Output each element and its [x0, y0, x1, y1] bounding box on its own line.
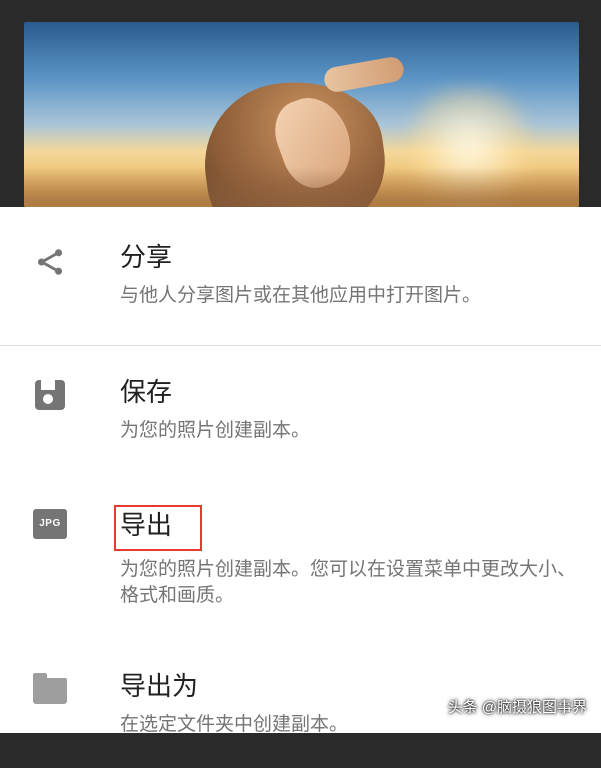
photo-preview [24, 22, 579, 207]
save-icon [28, 380, 72, 410]
watermark: 头条 @脑摄狼图事界 [448, 696, 587, 717]
export-menu-sheet: 分享 与他人分享图片或在其他应用中打开图片。 保存 为您的照片创建副本。 JPG… [0, 207, 601, 733]
share-desc: 与他人分享图片或在其他应用中打开图片。 [120, 283, 577, 310]
save-title: 保存 [120, 376, 577, 410]
export-option[interactable]: JPG 导出 为您的照片创建副本。您可以在设置菜单中更改大小、格式和画质。 [0, 475, 601, 640]
export-desc: 为您的照片创建副本。您可以在设置菜单中更改大小、格式和画质。 [120, 557, 577, 610]
export-highlight: 导出 [114, 505, 202, 551]
photo-subject [184, 52, 404, 207]
save-option[interactable]: 保存 为您的照片创建副本。 [0, 346, 601, 474]
jpg-icon: JPG [28, 509, 72, 539]
share-icon [28, 245, 72, 279]
save-desc: 为您的照片创建副本。 [120, 418, 577, 445]
export-title: 导出 [120, 509, 172, 543]
folder-icon [28, 674, 72, 704]
share-title: 分享 [120, 241, 577, 275]
share-option[interactable]: 分享 与他人分享图片或在其他应用中打开图片。 [0, 207, 601, 346]
